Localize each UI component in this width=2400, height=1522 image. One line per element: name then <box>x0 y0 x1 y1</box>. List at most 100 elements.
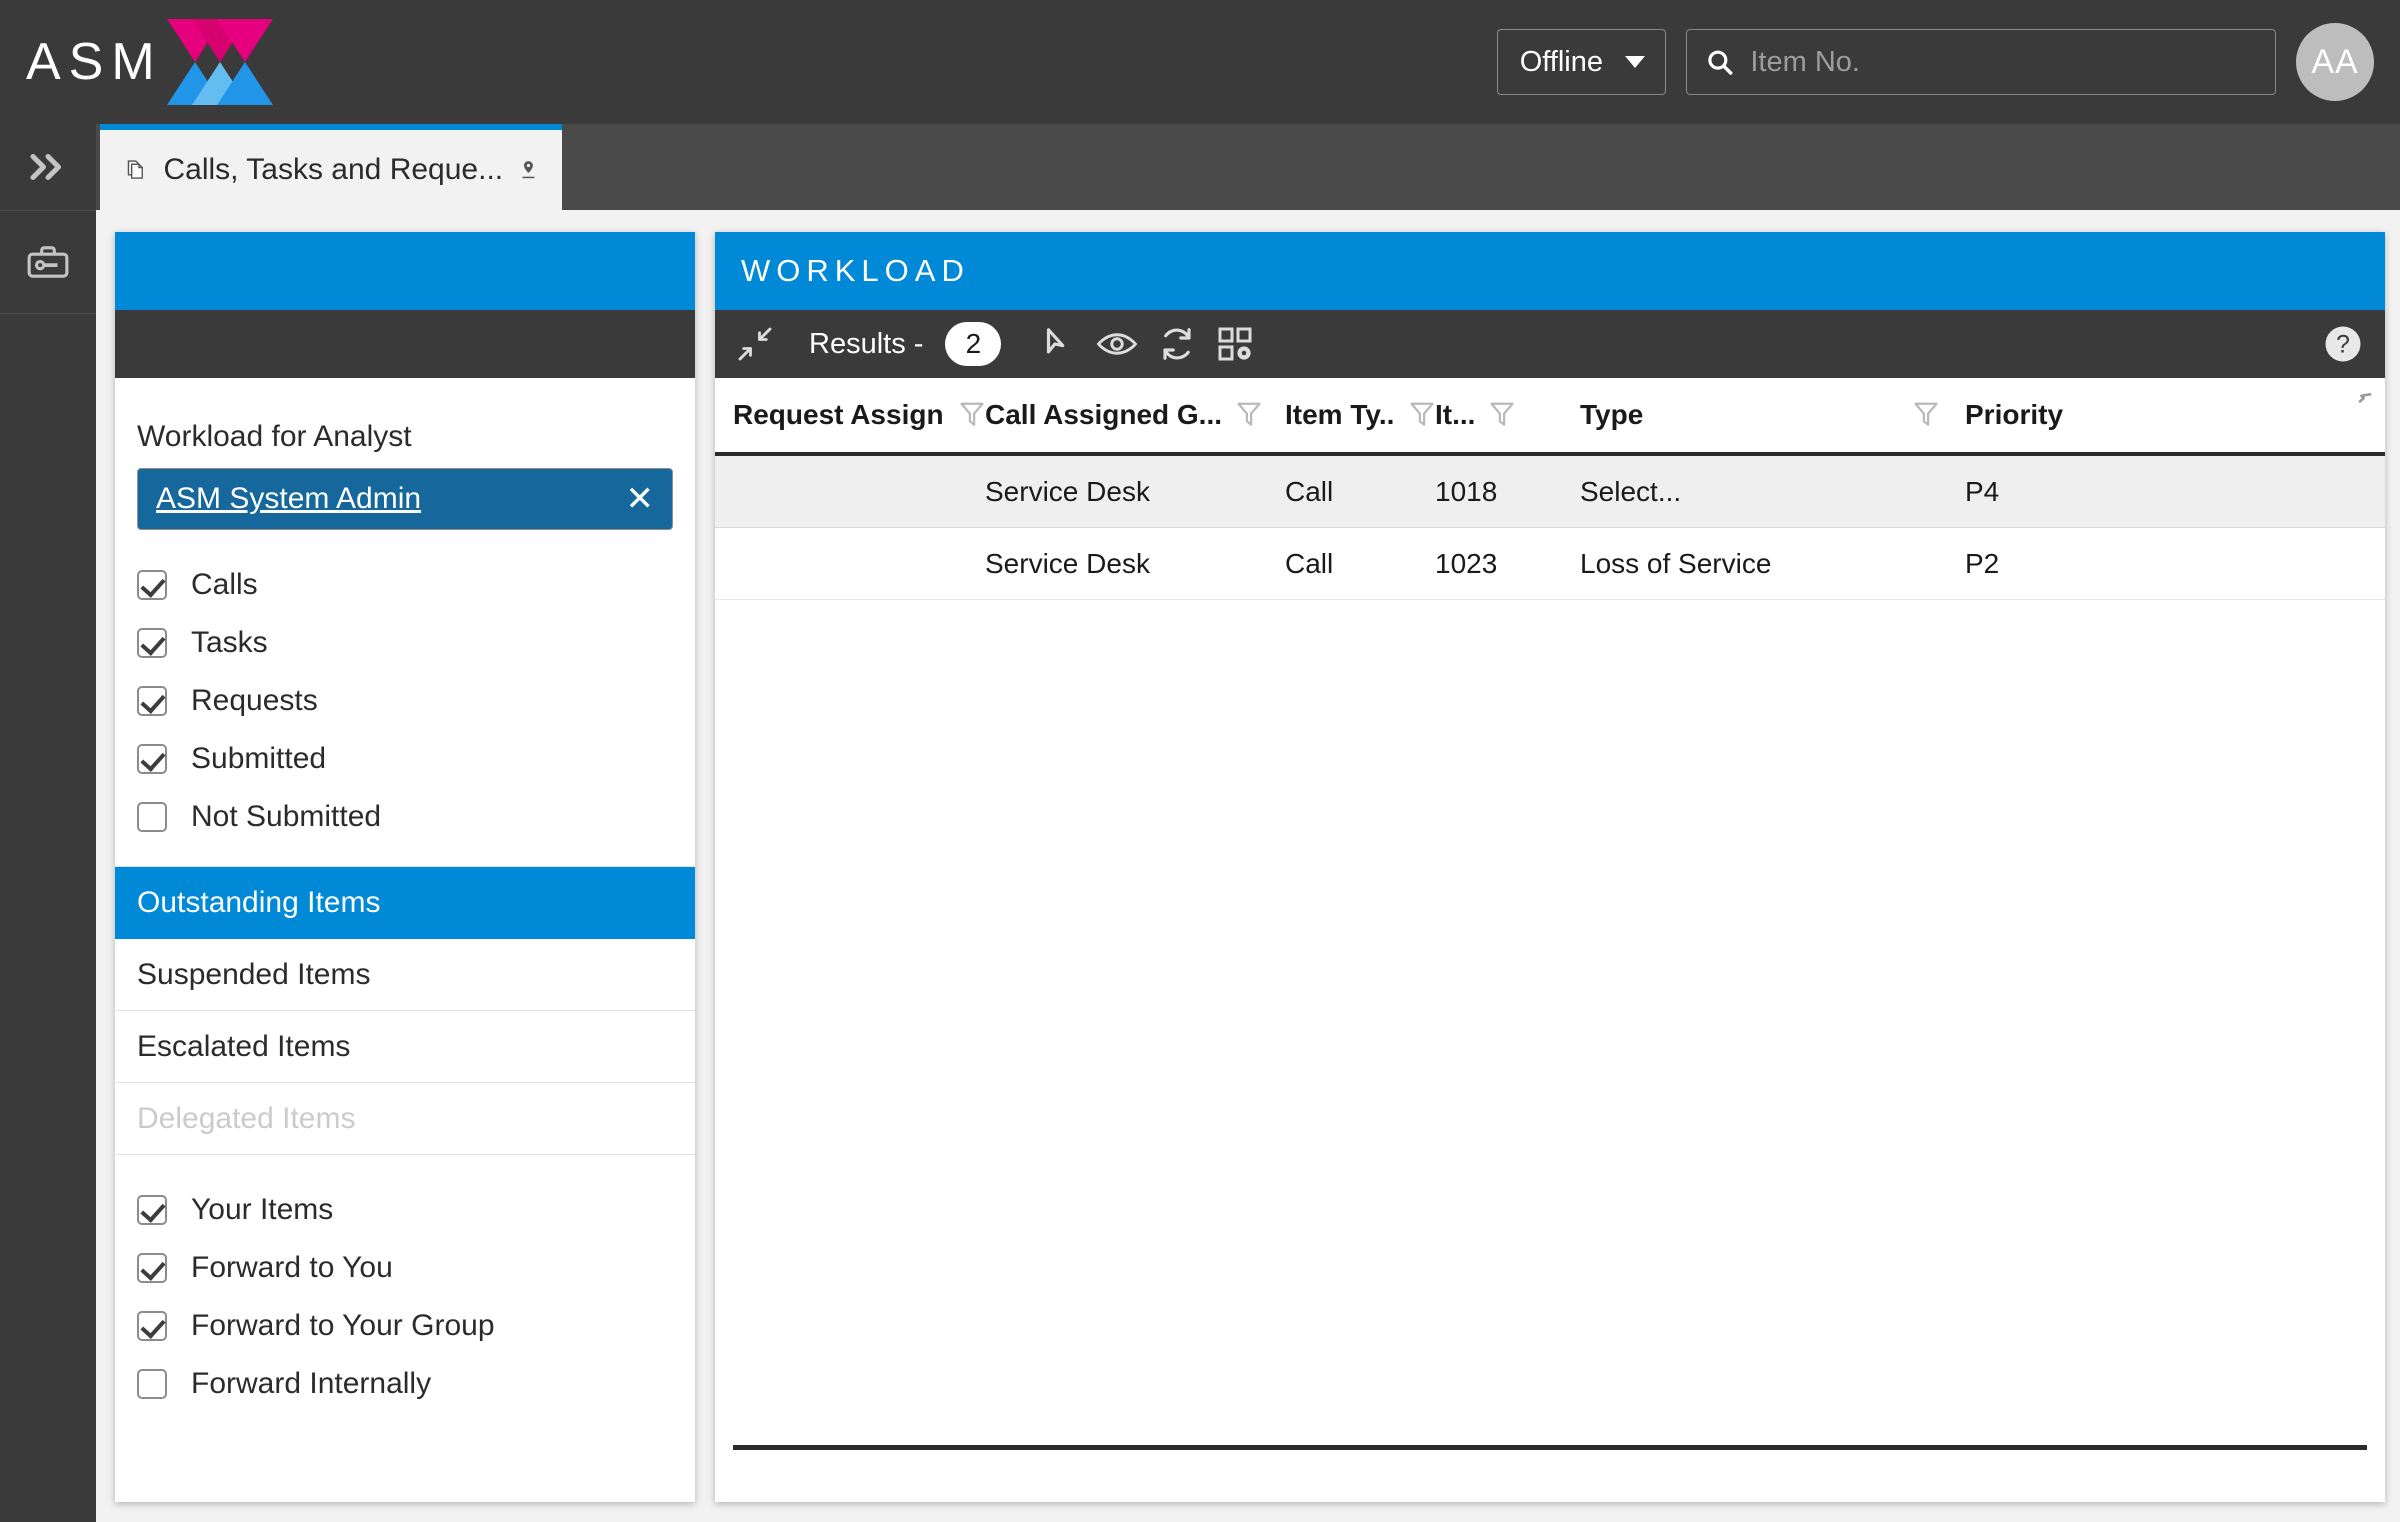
checkbox-your-items[interactable]: Your Items <box>115 1181 695 1239</box>
nav-item-label: Outstanding Items <box>137 885 381 919</box>
nav-item-label: Escalated Items <box>137 1029 351 1063</box>
results-label: Results - <box>809 327 924 360</box>
funnel-filter-icon[interactable] <box>959 401 985 429</box>
column-header-type[interactable]: Type <box>1580 399 1965 431</box>
checkbox-icon[interactable] <box>137 744 167 774</box>
results-toolbar: Results - 2 ? <box>715 310 2385 378</box>
left-icon-rail <box>0 124 96 1522</box>
avatar-initials: AA <box>2311 42 2359 81</box>
search-input[interactable] <box>1750 45 2257 79</box>
column-label: Priority <box>1965 399 2064 430</box>
grid-settings-icon[interactable] <box>1217 326 1253 362</box>
column-header-item-no[interactable]: It... <box>1435 399 1580 431</box>
column-label: Item Ty... <box>1285 399 1395 430</box>
nav-item-suspended-items[interactable]: Suspended Items <box>115 939 695 1011</box>
toolbox-wrench-icon <box>27 246 69 278</box>
cell-priority: P4 <box>1965 475 2000 507</box>
cell-call-assigned-group: Service Desk <box>985 547 1150 579</box>
checkbox-icon[interactable] <box>137 686 167 716</box>
funnel-filter-icon[interactable] <box>1409 401 1435 429</box>
pin-location-icon[interactable] <box>521 153 536 187</box>
nav-item-escalated-items[interactable]: Escalated Items <box>115 1011 695 1083</box>
checkbox-label: Forward to You <box>191 1251 393 1284</box>
asm-logo[interactable]: ASM <box>26 19 273 105</box>
app-header: ASM Offline AA <box>0 0 2400 124</box>
checkbox-forward-to-you[interactable]: Forward to You <box>115 1239 695 1297</box>
cell-item-no: 1018 <box>1435 475 1498 507</box>
copy-pages-icon <box>127 160 143 179</box>
cell-type: Loss of Service <box>1580 547 1772 579</box>
checkbox-requests[interactable]: Requests <box>115 672 695 730</box>
checkbox-label: Tasks <box>191 626 268 659</box>
filter-panel-toolbar-strip <box>115 310 695 378</box>
checkbox-icon[interactable] <box>137 802 167 832</box>
column-header-priority[interactable]: Priority <box>1965 399 2295 431</box>
table-row[interactable]: Service Desk Call 1018 Select... P4 <box>715 456 2385 528</box>
checkbox-label: Forward Internally <box>191 1367 432 1400</box>
cell-type: Select... <box>1580 475 1682 507</box>
close-icon[interactable]: ✕ <box>626 482 655 516</box>
checkbox-icon[interactable] <box>137 628 167 658</box>
nav-item-delegated-items: Delegated Items <box>115 1083 695 1155</box>
rail-item-expand-panel[interactable] <box>0 124 96 210</box>
tab-calls-tasks-requests[interactable]: Calls, Tasks and Reque... <box>100 124 562 210</box>
workload-nav-list: Outstanding Items Suspended Items Escala… <box>115 866 695 1155</box>
checkbox-forward-internally[interactable]: Forward Internally <box>115 1355 695 1413</box>
checkbox-calls[interactable]: Calls <box>115 556 695 614</box>
checkbox-not-submitted[interactable]: Not Submitted <box>115 788 695 846</box>
collapse-corner-icon[interactable] <box>2347 390 2373 416</box>
column-label: Request Assign... <box>733 399 945 430</box>
cell-priority: P2 <box>1965 547 2000 579</box>
chevron-down-icon <box>1625 56 1645 68</box>
checkbox-icon[interactable] <box>137 1311 167 1341</box>
checkbox-icon[interactable] <box>137 1195 167 1225</box>
table-row[interactable]: Service Desk Call 1023 Loss of Service P… <box>715 528 2385 600</box>
checkbox-label: Forward to Your Group <box>191 1309 495 1342</box>
analyst-field-label: Workload for Analyst <box>137 420 412 453</box>
column-label: It... <box>1435 399 1476 430</box>
pointer-cursor-icon[interactable] <box>1041 325 1075 363</box>
asm-x-logo-icon <box>166 19 273 105</box>
search-icon <box>1708 50 1733 75</box>
checkbox-icon[interactable] <box>137 1253 167 1283</box>
column-header-item-type[interactable]: Item Ty... <box>1285 399 1435 431</box>
analyst-selector[interactable]: ASM System Admin ✕ <box>137 468 673 530</box>
funnel-filter-icon[interactable] <box>1236 401 1262 429</box>
funnel-filter-icon[interactable] <box>1489 401 1515 429</box>
checkbox-tasks[interactable]: Tasks <box>115 614 695 672</box>
scope-filter-group: Your Items Forward to You Forward to You… <box>115 1155 695 1433</box>
connection-status-select[interactable]: Offline <box>1496 29 1666 95</box>
collapse-arrows-icon[interactable] <box>737 326 773 362</box>
logo-text: ASM <box>26 33 163 91</box>
checkbox-label: Submitted <box>191 742 327 775</box>
checkbox-forward-to-your-group[interactable]: Forward to Your Group <box>115 1297 695 1355</box>
help-question-icon[interactable]: ? <box>2323 324 2363 364</box>
nav-item-label: Suspended Items <box>137 957 371 991</box>
connection-status-value: Offline <box>1519 45 1603 78</box>
nav-item-outstanding-items[interactable]: Outstanding Items <box>115 867 695 939</box>
checkbox-submitted[interactable]: Submitted <box>115 730 695 788</box>
item-search-box[interactable] <box>1686 29 2276 95</box>
checkbox-icon[interactable] <box>137 1369 167 1399</box>
column-label: Call Assigned G... <box>985 399 1223 430</box>
page-title: WORKLOAD <box>741 253 970 288</box>
workload-table: Request Assign... Call Assigned G... Ite… <box>715 378 2385 600</box>
checkbox-label: Requests <box>191 684 318 717</box>
cell-item-no: 1023 <box>1435 547 1498 579</box>
tab-label: Calls, Tasks and Reque... <box>163 153 504 186</box>
workload-header: WORKLOAD <box>715 232 2385 310</box>
column-header-call-assigned-group[interactable]: Call Assigned G... <box>985 399 1285 431</box>
double-chevron-right-icon <box>30 153 62 181</box>
checkbox-icon[interactable] <box>137 570 167 600</box>
refresh-icon[interactable] <box>1159 326 1195 362</box>
eye-preview-icon[interactable] <box>1097 329 1138 359</box>
table-header-row: Request Assign... Call Assigned G... Ite… <box>715 378 2385 456</box>
table-footer-rule <box>733 1445 2367 1450</box>
user-avatar[interactable]: AA <box>2296 23 2374 101</box>
type-filter-group: Calls Tasks Requests Submitted Not Submi… <box>115 530 695 866</box>
funnel-filter-icon[interactable] <box>1913 401 1939 429</box>
column-header-request-assigned[interactable]: Request Assign... <box>715 399 985 431</box>
analyst-value: ASM System Admin <box>156 482 422 515</box>
checkbox-label: Not Submitted <box>191 800 382 833</box>
rail-item-toolbox[interactable] <box>0 210 96 314</box>
